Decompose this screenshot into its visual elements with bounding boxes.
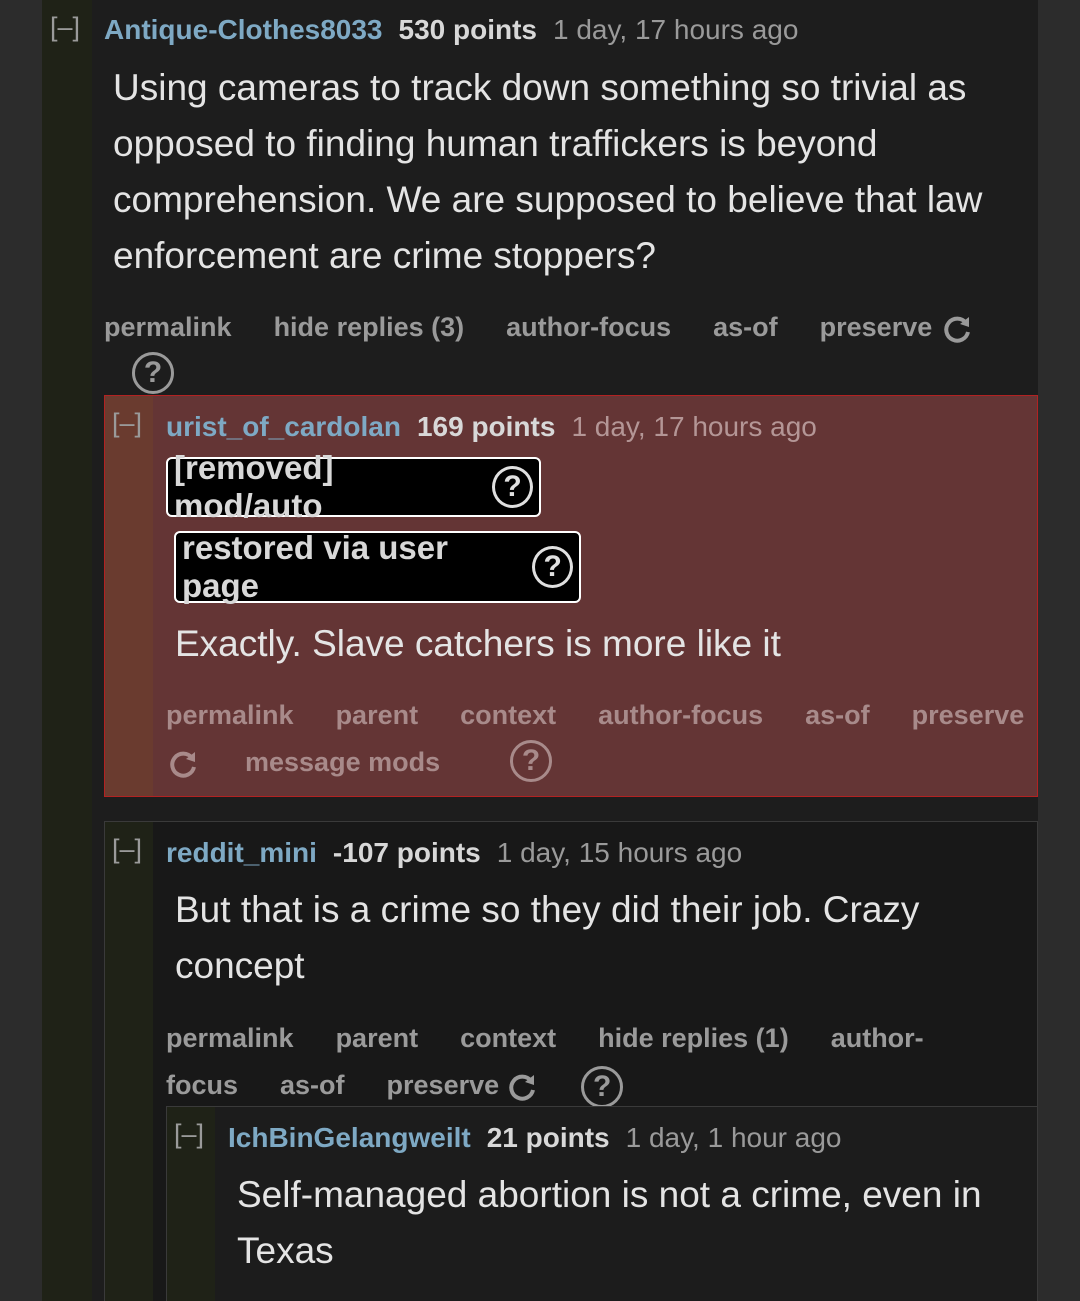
collapse-toggle[interactable]: [–]: [50, 12, 80, 43]
refresh-icon: [509, 1074, 536, 1101]
timestamp: 1 day, 17 hours ago: [552, 14, 799, 45]
author-link[interactable]: reddit_mini: [166, 837, 317, 868]
parent-link[interactable]: parent: [336, 692, 419, 739]
comment-1-body: Using cameras to track down something so…: [113, 67, 983, 276]
message-mods-link[interactable]: message mods: [245, 739, 440, 786]
author-link[interactable]: urist_of_cardolan: [166, 411, 401, 442]
collapse-toggle[interactable]: [–]: [112, 408, 142, 439]
comment-2-body: Exactly. Slave catchers is more like it: [175, 623, 781, 664]
comment-1-actions: permalink hide replies (3) author-focus as-…: [104, 304, 1034, 351]
comment-3-actions: permalink parent context hide replies (1) au…: [166, 1015, 1038, 1062]
comment-2-header: urist_of_cardolan 169 points 1 day, 17 hou…: [166, 411, 817, 443]
author-focus-link[interactable]: author-focus: [598, 692, 763, 739]
points: 169 points: [416, 411, 556, 442]
timestamp: 1 day, 15 hours ago: [496, 837, 743, 868]
removed-badge: [removed] mod/auto?: [166, 449, 541, 524]
restored-badge: restored via user page?: [174, 529, 581, 604]
comment-3-body: But that is a crime so they did their jo…: [175, 889, 920, 986]
author-focus-link[interactable]: author-: [831, 1015, 924, 1062]
author-link[interactable]: Antique-Clothes8033: [104, 14, 383, 45]
comment-2-actions: permalink parent context author-focus as-of p…: [166, 692, 1038, 739]
parent-link[interactable]: parent: [336, 1015, 419, 1062]
as-of-link[interactable]: as-of: [713, 304, 778, 351]
comment-1-header: Antique-Clothes8033 530 points 1 day, 17 h…: [104, 14, 798, 46]
points: 21 points: [486, 1122, 610, 1153]
context-link[interactable]: context: [460, 692, 556, 739]
comment-4-body: Self-managed abortion is not a crime, ev…: [237, 1174, 982, 1271]
hide-replies-link[interactable]: hide replies (3): [274, 304, 465, 351]
help-icon[interactable]: ?: [581, 1065, 624, 1108]
refresh-icon: [944, 316, 971, 343]
context-link[interactable]: context: [460, 1015, 556, 1062]
refresh-icon[interactable]: [166, 747, 200, 781]
comment-4-header: IchBinGelangweilt 21 points 1 day, 1 hour …: [228, 1122, 842, 1154]
permalink-link[interactable]: permalink: [166, 692, 294, 739]
author-focus-link-continued[interactable]: focus: [166, 1062, 238, 1109]
as-of-link[interactable]: as-of: [280, 1062, 345, 1109]
help-icon[interactable]: ?: [132, 352, 174, 394]
thread-column-3: [105, 822, 153, 1301]
help-icon[interactable]: ?: [532, 546, 573, 588]
collapse-toggle[interactable]: [–]: [174, 1119, 204, 1150]
author-focus-link[interactable]: author-focus: [506, 304, 671, 351]
points: 530 points: [398, 14, 537, 45]
timestamp: 1 day, 1 hour ago: [625, 1122, 842, 1153]
author-link[interactable]: IchBinGelangweilt: [228, 1122, 471, 1153]
help-icon[interactable]: ?: [492, 466, 533, 508]
hide-replies-link[interactable]: hide replies (1): [598, 1015, 789, 1062]
as-of-link[interactable]: as-of: [805, 692, 870, 739]
preserve-link[interactable]: preserve: [912, 692, 1025, 739]
timestamp: 1 day, 17 hours ago: [571, 411, 817, 442]
collapse-toggle[interactable]: [–]: [112, 834, 142, 865]
thread-column-2: [105, 396, 153, 796]
comment-3-header: reddit_mini -107 points 1 day, 15 hours ag…: [166, 837, 742, 869]
help-icon[interactable]: ?: [510, 740, 552, 782]
permalink-link[interactable]: permalink: [104, 304, 232, 351]
permalink-link[interactable]: permalink: [166, 1015, 294, 1062]
points: -107 points: [332, 837, 481, 868]
thread-column-1: [42, 0, 92, 1301]
preserve-link[interactable]: preserve: [820, 304, 975, 351]
comment-3-actions-2: focus as-of preserve?: [166, 1062, 1038, 1109]
preserve-link[interactable]: preserve: [387, 1062, 540, 1109]
